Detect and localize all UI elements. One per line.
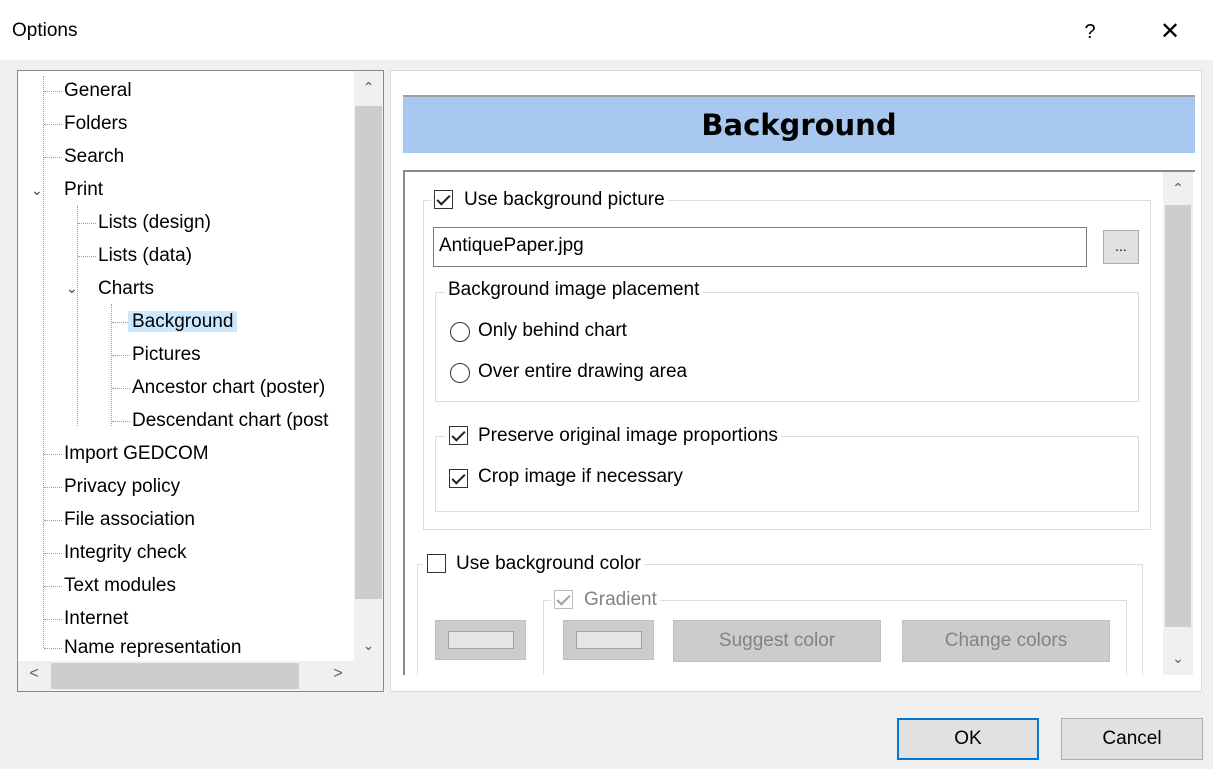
close-button[interactable]: ✕ [1150,14,1190,50]
tree-line [44,619,62,620]
tree-item-integrity-check[interactable]: Integrity check [64,538,187,568]
preserve-proportions-label: Preserve original image proportions [478,425,778,446]
tree-item-import-gedcom[interactable]: Import GEDCOM [64,439,209,469]
color-swatch-button [435,620,526,660]
tree-item-pictures[interactable]: Pictures [132,340,201,370]
tree-line [112,421,130,422]
tree-item-descendant-chart[interactable]: Descendant chart (post [132,406,354,436]
tree-item-file-association[interactable]: File association [64,505,195,535]
tree-item-background[interactable]: Background [128,307,238,337]
crop-image-label: Crop image if necessary [478,466,683,487]
preserve-row: Preserve original image proportions [445,424,781,450]
tree-line [44,124,62,125]
placement-group-label: Background image placement [445,279,703,301]
tree-line [44,157,62,158]
tree-line [43,76,44,648]
radio-over-entire-area[interactable] [450,363,470,383]
tree-line [44,454,62,455]
tree-line [78,223,96,224]
tree-line [44,586,62,587]
tree-item-print[interactable]: Print [64,175,103,205]
use-color-label: Use background color [456,553,641,574]
gradient-label: Gradient [584,589,657,610]
tree-item-folders[interactable]: Folders [64,109,127,139]
gradient-checkbox [554,590,573,609]
scrollbar-corner [354,661,383,691]
radio-only-behind-chart[interactable] [450,322,470,342]
picture-file-input[interactable]: AntiquePaper.jpg [433,227,1087,267]
tree-line [112,355,130,356]
tree-line [44,553,62,554]
cancel-button[interactable]: Cancel [1061,718,1203,760]
settings-scroll-area: Use background picture AntiquePaper.jpg … [403,170,1195,675]
use-picture-label: Use background picture [464,189,665,210]
tree-item-general[interactable]: General [64,76,132,106]
use-color-checkbox[interactable] [427,554,446,573]
tree-item-internet[interactable]: Internet [64,604,128,634]
window-title: Options [12,20,78,41]
preserve-proportions-checkbox[interactable] [449,426,468,445]
scroll-left-arrow-icon[interactable]: < [20,665,48,683]
tree-item-charts[interactable]: Charts [98,274,154,304]
title-bar: Options ? ✕ [0,0,1213,60]
tree-vertical-scrollbar[interactable]: ⌃ ⌄ [354,71,383,661]
tree-item-search[interactable]: Search [64,142,124,172]
tree-scroll-thumb[interactable] [355,106,382,599]
help-button[interactable]: ? [1070,14,1110,50]
scroll-up-arrow-icon[interactable]: ⌃ [1163,180,1193,197]
tree-item-privacy-policy[interactable]: Privacy policy [64,472,180,502]
tree-item-name-representation[interactable]: Name representation [64,633,241,663]
scroll-right-arrow-icon[interactable]: > [324,665,352,683]
browse-button[interactable]: ... [1103,230,1139,264]
tree-line [77,206,78,426]
gradient-row: Gradient [551,588,660,614]
tree-line [44,91,62,92]
ok-button[interactable]: OK [897,718,1039,760]
use-picture-row: Use background picture [431,188,668,214]
use-color-row: Use background color [423,552,644,578]
tree-hscroll-thumb[interactable] [51,663,299,689]
tree-item-lists-design[interactable]: Lists (design) [98,208,211,238]
settings-scroll-thumb[interactable] [1165,205,1191,627]
tree-line [44,520,62,521]
suggest-color-button: Suggest color [673,620,881,662]
tree-line [44,487,62,488]
use-picture-checkbox[interactable] [434,190,453,209]
scroll-up-arrow-icon[interactable]: ⌃ [354,79,383,96]
radio-over-entire-area-label: Over entire drawing area [478,361,688,382]
change-colors-button: Change colors [902,620,1110,662]
tree-line [112,388,130,389]
placement-groupbox [435,292,1139,402]
tree-horizontal-scrollbar[interactable]: < > [18,661,354,691]
scroll-down-arrow-icon[interactable]: ⌄ [1163,650,1193,667]
page-title: Background [403,95,1195,153]
tree-line [44,648,62,649]
settings-vertical-scrollbar[interactable]: ⌃ ⌄ [1163,172,1193,675]
chevron-down-icon[interactable]: ⌄ [66,281,78,295]
tree-item-text-modules[interactable]: Text modules [64,571,176,601]
scroll-down-arrow-icon[interactable]: ⌄ [354,637,383,654]
tree-line [78,256,96,257]
crop-image-checkbox[interactable] [449,469,468,488]
chevron-down-icon[interactable]: ⌄ [31,183,43,197]
radio-only-behind-chart-label: Only behind chart [478,320,627,341]
gradient-swatch-button [563,620,654,660]
tree-item-ancestor-chart[interactable]: Ancestor chart (poster) [132,373,325,403]
options-tree[interactable]: General Folders Search ⌄ Print Lists (de… [17,70,384,692]
tree-item-lists-data[interactable]: Lists (data) [98,241,192,271]
